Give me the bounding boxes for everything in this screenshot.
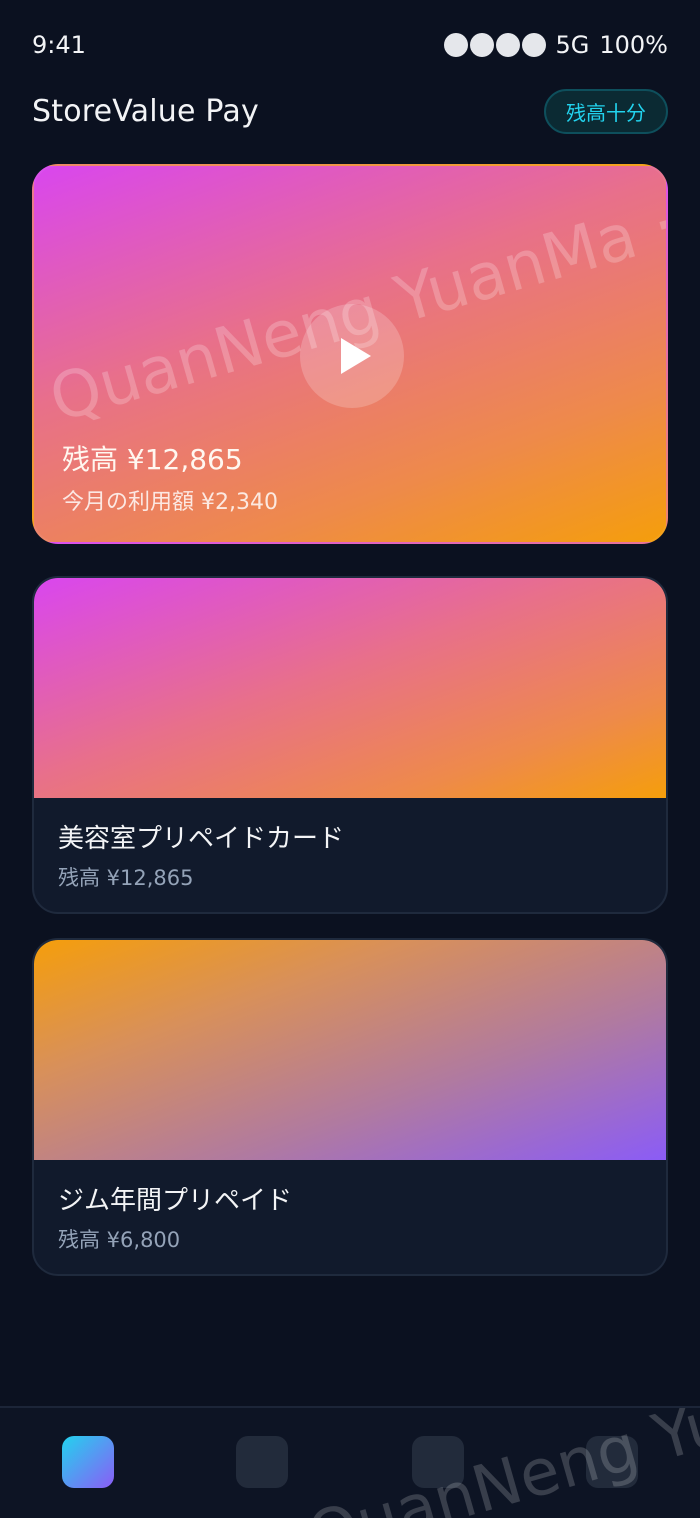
balance-status-badge: 残高十分 — [544, 88, 668, 134]
nav-home-icon[interactable] — [62, 1436, 114, 1488]
card-image — [34, 940, 666, 1160]
signal-dot — [469, 33, 494, 57]
signal-dot — [495, 33, 520, 57]
watermark: QuanNeng YuanMa — [300, 1408, 700, 1518]
card-balance: 残高 ¥12,865 — [58, 866, 194, 890]
play-icon — [341, 338, 371, 374]
signal-dot — [521, 33, 546, 57]
app-header: StoreValue Pay 残高十分 — [32, 86, 668, 136]
play-button[interactable] — [300, 304, 404, 408]
prepaid-card-gym[interactable]: ジム年間プリペイド 残高 ¥6,800 — [32, 938, 668, 1276]
featured-card[interactable]: QuanNeng YuanMa · in 残高 ¥12,865 今月の利用額 ¥… — [32, 164, 668, 544]
card-title: 美容室プリペイドカード — [58, 824, 345, 854]
nav-cards-icon[interactable] — [236, 1436, 288, 1488]
signal-strength-icon — [443, 33, 546, 57]
signal-dot — [443, 33, 468, 57]
network-type: 5G — [555, 31, 590, 59]
prepaid-card-salon[interactable]: 美容室プリペイドカード 残高 ¥12,865 — [32, 576, 668, 914]
nav-history-icon[interactable] — [412, 1436, 464, 1488]
bottom-navigation: QuanNeng YuanMa — [0, 1406, 700, 1518]
status-time: 9:41 — [32, 31, 86, 59]
card-title: ジム年間プリペイド — [58, 1186, 293, 1216]
card-image — [34, 578, 666, 798]
nav-settings-icon[interactable] — [586, 1436, 638, 1488]
status-indicators: 5G 100% — [443, 31, 668, 59]
battery-level: 100% — [599, 31, 668, 59]
featured-card-monthly-usage: 今月の利用額 ¥2,340 — [62, 490, 278, 515]
featured-card-balance: 残高 ¥12,865 — [62, 443, 243, 476]
card-balance: 残高 ¥6,800 — [58, 1228, 181, 1252]
app-title: StoreValue Pay — [32, 93, 259, 129]
status-bar: 9:41 5G 100% — [32, 28, 668, 62]
